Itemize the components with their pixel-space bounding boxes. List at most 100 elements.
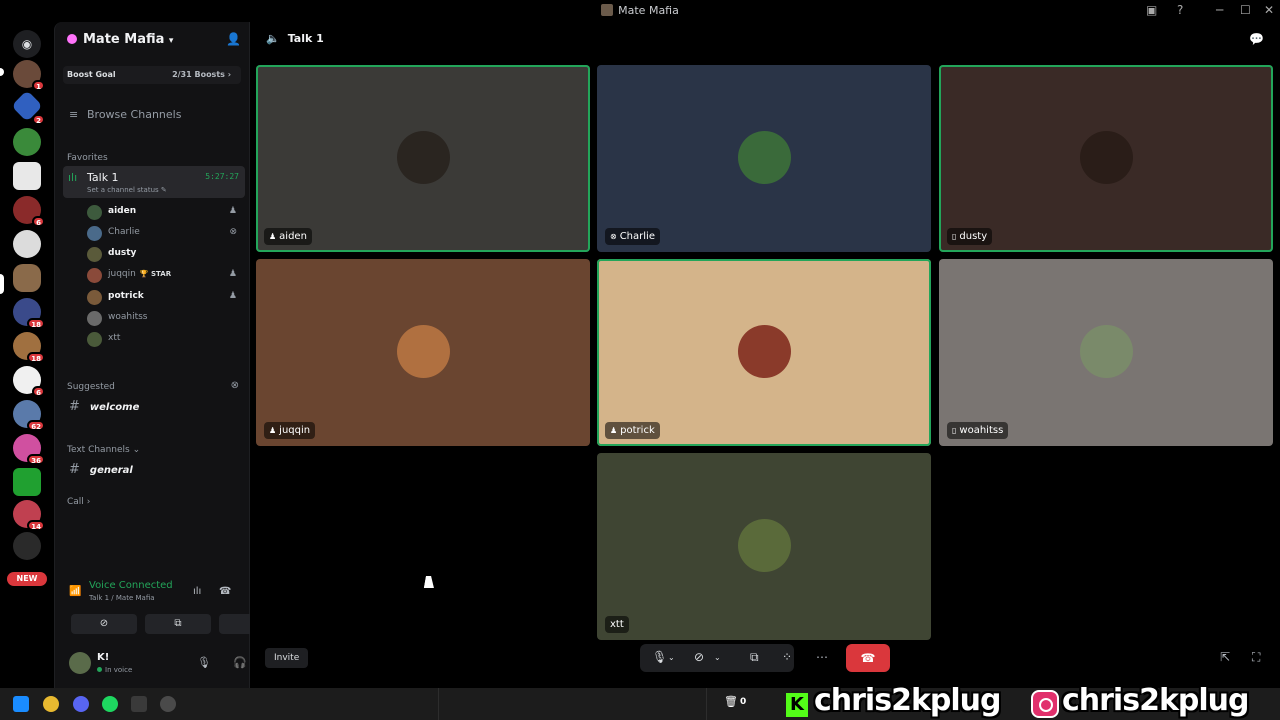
mention-badge: 2 [32, 114, 45, 125]
hang-up-button[interactable]: ☎ [846, 644, 890, 672]
category-call[interactable]: Call › [67, 497, 90, 507]
taskbar-divider [706, 688, 707, 720]
microphone-icon[interactable]: 🎙 [652, 650, 667, 664]
server-icon[interactable]: 6 [13, 196, 45, 227]
camera-off-icon[interactable]: ⊘ [694, 650, 704, 664]
server-icon[interactable] [13, 162, 41, 190]
xbox-icon: ⊗ [229, 227, 237, 237]
video-tile[interactable]: ▯ dusty [939, 65, 1273, 252]
channel-welcome[interactable]: # welcome [69, 399, 139, 414]
member-tag-badge: 🏆 STAR [139, 270, 172, 278]
discord-home-icon[interactable]: ◉ [13, 30, 41, 58]
windows-start-icon[interactable] [13, 696, 29, 712]
voice-member[interactable]: aiden ♟ [87, 203, 243, 221]
voice-member[interactable]: woahitss [87, 309, 243, 327]
channel-status-input[interactable]: Set a channel status ✎ [87, 186, 167, 194]
avatar [87, 226, 102, 241]
browse-channels-button[interactable]: ≡ Browse Channels [69, 108, 181, 121]
participant-name: potrick [620, 425, 655, 436]
call-timer: 5:27:27 [205, 172, 239, 181]
participant-name: xtt [610, 619, 624, 630]
chat-icon[interactable]: 💬 [1249, 32, 1264, 46]
voice-member[interactable]: dusty [87, 245, 243, 263]
app-icon[interactable] [160, 696, 176, 712]
server-icon[interactable] [13, 128, 41, 156]
channel-sidebar: Mate Mafia ▾ 👤 Boost Goal 2/31 Boosts › … [54, 22, 289, 688]
activities-icon[interactable]: ⁘ [782, 650, 792, 664]
server-icon[interactable]: 62 [13, 400, 45, 431]
microphone-icon[interactable]: 🎙 [197, 656, 211, 669]
screen-share-button[interactable]: ⧉ [145, 614, 211, 634]
playstation-icon: ♟ [228, 291, 237, 301]
video-tile[interactable]: ♟ potrick [597, 259, 931, 446]
selected-pill [0, 274, 4, 294]
chevron-right-icon: › [86, 497, 91, 507]
noise-suppression-icon[interactable]: ılı [193, 586, 201, 597]
video-tile[interactable]: ♟ aiden [256, 65, 590, 252]
server-icon[interactable] [13, 532, 41, 560]
screen-share-icon[interactable]: ⧉ [750, 650, 759, 665]
hash-icon: # [69, 462, 80, 477]
server-header[interactable]: Mate Mafia ▾ 👤 [67, 32, 241, 50]
pop-out-icon[interactable]: ⇱ [1220, 650, 1230, 664]
call-controls: 🎙 ⌄ ⊘ ⌄ ⧉ ⁘ [640, 644, 794, 672]
category-favorites[interactable]: Favorites [67, 153, 108, 163]
discord-icon[interactable] [73, 696, 89, 712]
server-icon[interactable] [13, 230, 41, 258]
server-icon[interactable]: 2 [13, 94, 45, 125]
video-tile[interactable]: ▯ woahitss [939, 259, 1273, 446]
video-tile[interactable]: xtt [597, 453, 931, 640]
disconnect-icon[interactable]: ☎ [219, 586, 231, 597]
server-icon[interactable]: 18 [13, 298, 45, 329]
more-options-icon[interactable]: ⋯ [816, 650, 828, 664]
category-text-channels[interactable]: Text Channels ⌄ [67, 445, 140, 455]
video-tile[interactable]: ♟ juqqin [256, 259, 590, 446]
chevron-down-icon[interactable]: ⌄ [668, 653, 675, 662]
spotify-icon[interactable] [102, 696, 118, 712]
dismiss-icon[interactable]: ⊗ [231, 380, 239, 391]
server-icon-mate-mafia[interactable] [13, 264, 41, 292]
server-icon[interactable]: 36 [13, 434, 45, 465]
fullscreen-icon[interactable]: ⛶ [1252, 650, 1260, 665]
boost-goal-bar[interactable]: Boost Goal 2/31 Boosts › [63, 66, 241, 84]
add-user-icon[interactable]: 👤 [226, 32, 241, 46]
trash-icon[interactable]: 🗑 [724, 695, 738, 708]
voice-member[interactable]: Charlie ⊗ [87, 224, 243, 242]
inbox-icon[interactable]: ▣ [1146, 3, 1157, 17]
voice-member[interactable]: xtt [87, 330, 243, 348]
close-button[interactable]: ✕ [1264, 3, 1274, 17]
watermark-text: chris2kplug [1062, 683, 1249, 718]
mobile-icon: ▯ [952, 426, 957, 435]
voice-member[interactable]: potrick ♟ [87, 288, 243, 306]
video-tile[interactable]: ⊗ Charlie [597, 65, 931, 252]
server-icon[interactable]: 14 [13, 500, 45, 531]
channel-general[interactable]: # general [69, 462, 133, 477]
call-view: 🔈 Talk 1 💬 ♟ aiden ⊗ Charlie ▯ dusty ♟ juqqin ♟ po… [250, 22, 1280, 688]
app-icon[interactable] [131, 696, 147, 712]
avatar [87, 205, 102, 220]
taskbar-divider [438, 688, 439, 720]
voice-channel-talk-1[interactable]: ılı Talk 1 5:27:27 Set a channel status … [63, 166, 245, 198]
channel-header: 🔈 Talk 1 [266, 32, 324, 45]
server-icon[interactable]: 18 [13, 332, 45, 363]
voice-member[interactable]: juqqin 🏆 STAR ♟ [87, 266, 243, 284]
server-icon[interactable] [13, 468, 41, 496]
participant-label: ▯ woahitss [947, 422, 1009, 439]
mention-badge: 18 [27, 352, 45, 363]
camera-off-button[interactable]: ⊘ [71, 614, 137, 634]
help-icon[interactable]: ? [1177, 3, 1183, 17]
avatar[interactable] [69, 652, 91, 674]
headphones-icon[interactable]: 🎧 [233, 656, 247, 669]
participant-label: ♟ aiden [264, 228, 312, 245]
server-icon[interactable]: 6 [13, 366, 45, 397]
playstation-icon: ♟ [228, 269, 237, 279]
title-bar: Mate Mafia ▣ ? ─ ☐ ✕ [0, 0, 1280, 22]
server-icon[interactable]: 1 [13, 60, 45, 91]
participant-label: ⊗ Charlie [605, 228, 660, 245]
maximize-button[interactable]: ☐ [1240, 3, 1251, 17]
chevron-down-icon[interactable]: ⌄ [714, 653, 721, 662]
minimize-button[interactable]: ─ [1216, 3, 1223, 17]
invite-button[interactable]: Invite [265, 648, 309, 668]
chrome-icon[interactable] [43, 696, 59, 712]
category-suggested[interactable]: Suggested [67, 382, 115, 392]
